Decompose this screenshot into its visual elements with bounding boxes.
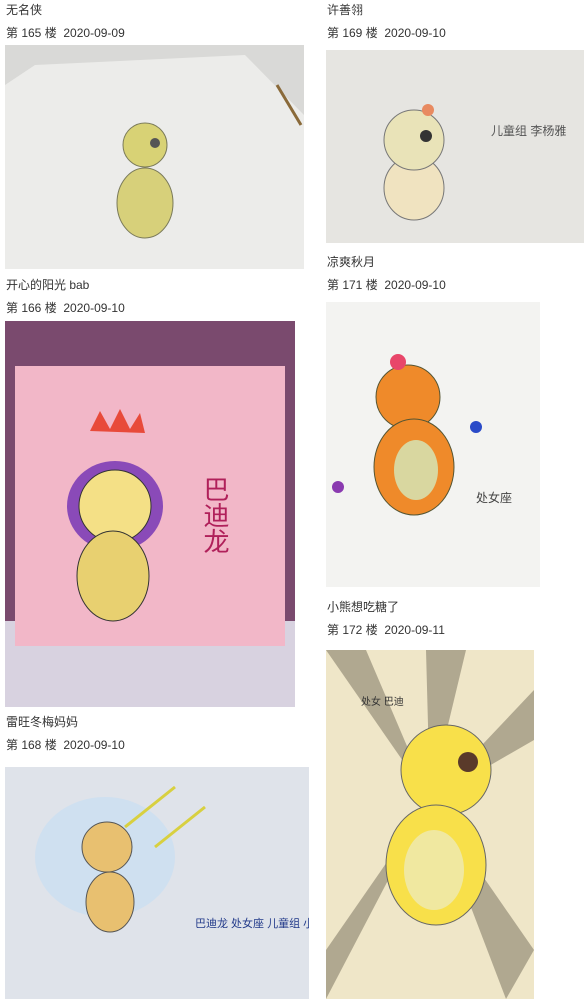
post-date: 2020-09-11	[384, 623, 445, 637]
post-meta: 第 172 楼 2020-09-11	[327, 623, 445, 637]
post-meta: 第 171 楼 2020-09-10	[327, 278, 446, 292]
post-date: 2020-09-10	[63, 738, 125, 752]
post-image[interactable]: 巴迪龙 处女座 儿童组 小晴霞	[5, 767, 309, 999]
image-caption: 处女座	[476, 490, 512, 505]
post-date: 2020-09-10	[384, 278, 446, 292]
post-169: 许善翎 第 169 楼 2020-09-10 儿童组 李杨雅	[320, 0, 587, 245]
post-date: 2020-09-09	[63, 26, 125, 40]
post-floor: 第 172 楼	[327, 623, 378, 637]
post-author[interactable]: 小熊想吃糖了	[327, 600, 399, 614]
image-caption: 巴迪龙	[200, 476, 230, 554]
post-171: 凉爽秋月 第 171 楼 2020-09-10 处女座	[320, 252, 587, 592]
post-author[interactable]: 无名侠	[6, 3, 42, 17]
post-author[interactable]: 凉爽秋月	[327, 255, 375, 269]
post-author[interactable]: 许善翎	[327, 3, 363, 17]
post-meta: 第 165 楼 2020-09-09	[6, 26, 125, 40]
post-floor: 第 165 楼	[6, 26, 57, 40]
post-image[interactable]: 儿童组 李杨雅	[326, 50, 584, 243]
post-author[interactable]: 开心的阳光 bab	[6, 278, 89, 292]
post-168: 雷旺冬梅妈妈 第 168 楼 2020-09-10 巴迪龙 处女座 儿童组 小晴…	[0, 713, 310, 1003]
post-166: 开心的阳光 bab 第 166 楼 2020-09-10 巴迪龙	[0, 275, 310, 710]
post-image[interactable]: 处女座	[326, 302, 540, 587]
post-meta: 第 166 楼 2020-09-10	[6, 301, 125, 315]
image-caption: 巴迪龙 处女座 儿童组 小晴霞	[195, 916, 309, 930]
post-floor: 第 171 楼	[327, 278, 378, 292]
image-caption: 处女 巴迪	[361, 695, 404, 708]
post-165: 无名侠 第 165 楼 2020-09-09	[0, 0, 310, 270]
post-meta: 第 169 楼 2020-09-10	[327, 26, 446, 40]
post-floor: 第 168 楼	[6, 738, 57, 752]
post-image[interactable]: 巴迪龙	[5, 321, 295, 707]
post-image[interactable]: 处女 巴迪	[326, 650, 534, 999]
image-caption: 儿童组 李杨雅	[491, 123, 566, 138]
post-date: 2020-09-10	[384, 26, 446, 40]
post-floor: 第 169 楼	[327, 26, 378, 40]
post-meta: 第 168 楼 2020-09-10	[6, 738, 125, 752]
post-floor: 第 166 楼	[6, 301, 57, 315]
post-image[interactable]	[5, 45, 304, 269]
post-172: 小熊想吃糖了 第 172 楼 2020-09-11 处女 巴迪	[320, 596, 587, 1003]
post-author[interactable]: 雷旺冬梅妈妈	[6, 715, 78, 729]
post-date: 2020-09-10	[63, 301, 125, 315]
